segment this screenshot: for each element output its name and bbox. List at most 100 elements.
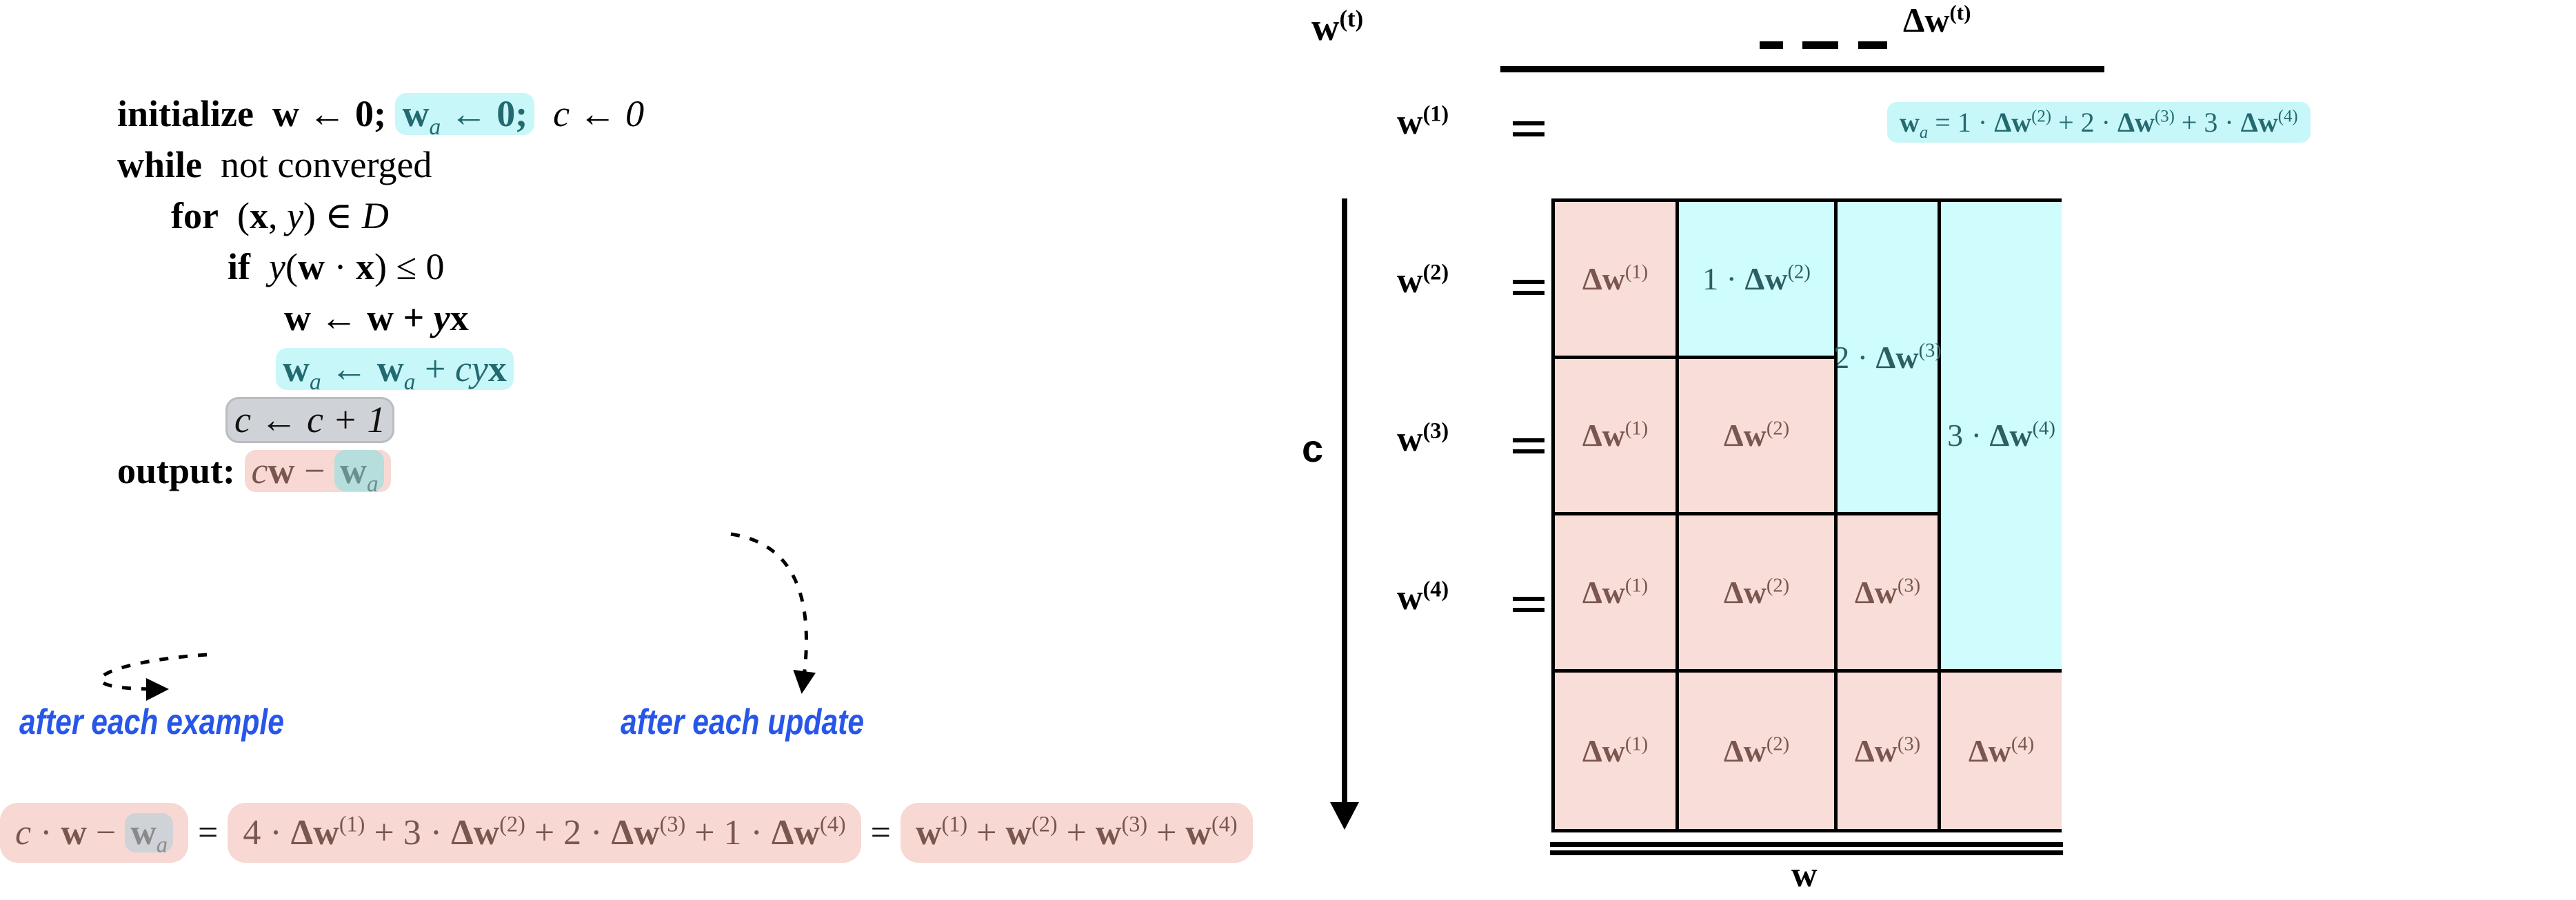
summary-lhs: c · w − wa [0, 802, 188, 863]
algo-line-initialize: initialize w ← 0; wa ← 0; c ← 0 [0, 88, 1034, 139]
w-axis-label: w [1791, 855, 1818, 894]
algo-line-while: while not converged [0, 139, 1034, 190]
summary-w-term: w(3) [1095, 811, 1148, 852]
algo-line-increment-c: c ← c + 1 [0, 394, 1034, 445]
row-label-w-1: w(1) [1397, 101, 1449, 142]
grid-cell-label: 1 · Δw(2) [1702, 260, 1811, 296]
equality-mark-row-2 [1513, 280, 1544, 295]
if-condition: y(w · x) ≤ 0 [269, 246, 445, 287]
summary-term: 2 · Δw(3) [563, 811, 686, 852]
algo-line-output: output: cw − wa [0, 445, 1034, 496]
wa-term: 2 · Δw(3) [2080, 107, 2175, 138]
grid-cell-r4c3: Δw(3) [1838, 672, 1941, 829]
grid-cell-r1c1: Δw(1) [1555, 202, 1679, 359]
grid-cell-r4c2: Δw(2) [1679, 672, 1838, 829]
plus-sign: + [2181, 107, 2197, 138]
plus-sign: + [374, 812, 394, 852]
algo-line-for: for (x, y) ∈ D [0, 190, 1034, 241]
plus-sign: + [1156, 812, 1177, 852]
highlight-update-wa: wa ← wa + cyx [276, 348, 514, 393]
algo-line-update-wa: wa ← wa + cyx [0, 343, 1034, 394]
plus-sign: + [2058, 107, 2074, 138]
grid-cell-label: 2 · Δw(3) [1833, 339, 1942, 375]
initialize-c-zero: c ← 0 [553, 93, 645, 134]
algo-line-update-w: w ← w + yx [0, 292, 1034, 343]
bottom-rule-upper [1550, 842, 2063, 847]
keyword-for: for [171, 195, 219, 236]
arrow-to-after-each-update [730, 532, 816, 694]
summary-term: 3 · Δw(2) [403, 811, 525, 852]
grid-cell-label: Δw(1) [1582, 574, 1649, 610]
c-axis-label: c [1302, 427, 1324, 470]
summary-middle: 4 · Δw(1) + 3 · Δw(2) + 2 · Δw(3) + 1 · … [228, 802, 861, 863]
weight-accumulation-diagram: w(t) Δw(t) wa = 1 · Δw(2) + 2 · Δw(3) + … [1296, 0, 2576, 900]
plus-sign: + [694, 812, 715, 852]
row-label-w-4: w(4) [1397, 576, 1449, 617]
row-label-w-3: w(3) [1397, 418, 1449, 459]
summary-right: w(1) + w(2) + w(3) + w(4) [900, 802, 1253, 863]
arrow-to-after-each-example [99, 653, 208, 701]
grid-cell-label: 3 · Δw(4) [1947, 418, 2055, 453]
equals-sign-2: = [870, 812, 891, 852]
wa-formula-bar: wa = 1 · Δw(2) + 2 · Δw(3) + 3 · Δw(4) [1887, 102, 2311, 143]
equality-mark-row-3 [1513, 438, 1544, 453]
grid-cell-r2c2: Δw(2) [1679, 358, 1838, 515]
grid-cell-label: Δw(1) [1582, 733, 1649, 768]
top-dash-2 [1802, 41, 1838, 49]
plus-sign: + [976, 812, 997, 852]
while-condition: not converged [221, 144, 432, 185]
highlight-initialize-wa: wa ← 0; [395, 93, 535, 139]
statement-update-w: w ← w + yx [284, 297, 469, 338]
for-iterable: (x, y) ∈ D [237, 195, 389, 236]
equality-mark-row-1 [1513, 121, 1544, 136]
summary-equation: c · w − wa = 4 · Δw(1) + 3 · Δw(2) + 2 ·… [0, 798, 1253, 867]
summary-term: 4 · Δw(1) [243, 811, 365, 852]
grid-cell-r4c1: Δw(1) [1555, 672, 1679, 829]
delta-w-contribution-grid: Δw(1) 1 · Δw(2) 2 · Δw(3) 3 · Δw(4) Δw(1) Δw(… [1551, 198, 2062, 832]
grid-cell-label: Δw(3) [1854, 733, 1921, 768]
top-dash-1 [1760, 41, 1783, 49]
plus-sign: + [534, 812, 555, 852]
grid-cell-label: Δw(4) [1968, 733, 2035, 768]
grid-cell-r3c2: Δw(2) [1679, 515, 1838, 673]
equals-sign-1: = [198, 812, 219, 852]
grid-cell-r3c1: Δw(1) [1555, 515, 1679, 673]
grid-cell-label: Δw(1) [1582, 260, 1649, 296]
grid-cell-r3c3: Δw(3) [1838, 515, 1941, 673]
equality-mark-row-4 [1513, 597, 1544, 612]
keyword-initialize: initialize [117, 93, 254, 134]
grid-cell-r4c4: Δw(4) [1941, 672, 2062, 829]
grid-cell-r1c4: 3 · Δw(4) [1941, 202, 2062, 673]
keyword-while: while [117, 144, 203, 185]
diagram-label-w-t: w(t) [1311, 5, 1364, 49]
algo-line-if: if y(w · x) ≤ 0 [0, 241, 1034, 292]
grid-cell-label: Δw(2) [1723, 418, 1790, 453]
grid-cell-label: Δw(1) [1582, 418, 1649, 453]
grid-cell-r2c1: Δw(1) [1555, 358, 1679, 515]
summary-w-term: w(1) [915, 811, 968, 852]
highlight-output-wa: wa [334, 450, 384, 495]
grid-cell-label: Δw(2) [1723, 733, 1790, 768]
c-axis-arrow-head [1330, 802, 1359, 830]
grid-cell-label: Δw(3) [1854, 574, 1921, 610]
c-axis-arrow-line [1342, 198, 1347, 805]
plus-sign: + [1066, 812, 1087, 852]
grid-cell-r1c3: 2 · Δw(3) [1833, 202, 1942, 515]
top-axis-label-delta-w-t: Δw(t) [1903, 0, 1971, 39]
top-dash-3 [1858, 41, 1887, 49]
summary-term: 1 · Δw(4) [723, 811, 846, 852]
wa-term: 3 · Δw(4) [2204, 107, 2298, 138]
summary-w-term: w(4) [1185, 811, 1238, 852]
grid-cell-label: Δw(2) [1723, 574, 1790, 610]
highlight-increment-c: c ← c + 1 [228, 399, 393, 441]
keyword-output: output: [117, 450, 236, 491]
summary-lhs-wa: wa [125, 812, 173, 855]
perceptron-algorithm-pseudocode: initialize w ← 0; wa ← 0; c ← 0 while no… [0, 88, 1034, 496]
wa-term: 1 · Δw(2) [1957, 107, 2052, 138]
top-horizontal-rule [1500, 66, 2104, 72]
annotation-after-each-example: after each example [19, 702, 284, 742]
row-label-w-2: w(2) [1397, 259, 1449, 300]
keyword-if: if [228, 246, 250, 287]
highlight-output-expression: cw − wa [244, 450, 391, 495]
grid-cell-r1c2: 1 · Δw(2) [1679, 202, 1838, 359]
